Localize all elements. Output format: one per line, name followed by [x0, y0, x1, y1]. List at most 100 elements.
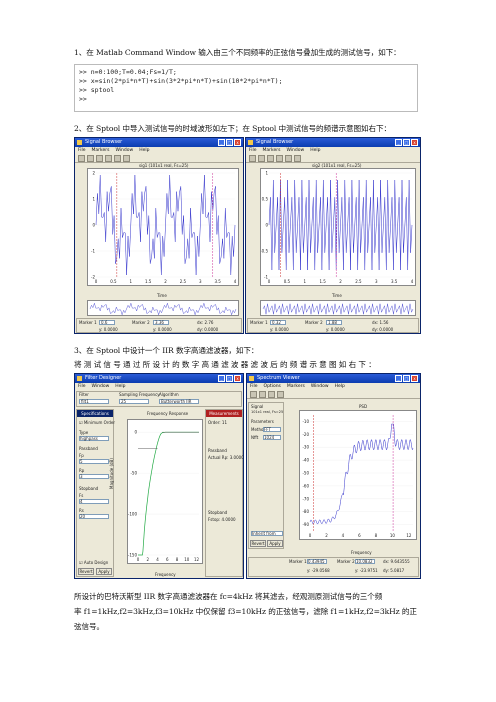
- step3-text: 3、在 Sptool 中设计一个 IIR 数字高通滤波器，如下：: [74, 346, 259, 355]
- zoom-in-icon[interactable]: [258, 155, 265, 162]
- menu-markers[interactable]: Markers: [287, 383, 305, 390]
- y-tick-label: -80: [302, 509, 309, 514]
- maximize-button[interactable]: □: [226, 375, 233, 382]
- panner-plot-1: [89, 302, 237, 316]
- marker-icon[interactable]: [285, 155, 292, 162]
- menu-window[interactable]: Window: [311, 383, 329, 390]
- x-tick-label: 3.5: [391, 279, 398, 284]
- minimize-button[interactable]: _: [218, 375, 225, 382]
- play-icon[interactable]: [294, 155, 301, 162]
- menu-file[interactable]: File: [78, 147, 86, 154]
- menu-file[interactable]: File: [249, 147, 257, 154]
- parameters-label: Parameters: [251, 419, 274, 424]
- maximize-button[interactable]: □: [226, 139, 233, 146]
- plot-title: sig1 (101x1 real, Fs=25): [139, 163, 189, 168]
- x-tick-label: 1: [303, 279, 306, 284]
- auto-design-checkbox[interactable]: ☑ Auto Design: [79, 560, 108, 565]
- pan-icon[interactable]: [276, 155, 283, 162]
- response-line: [138, 431, 199, 556]
- y-tick-label: -50: [130, 471, 137, 476]
- menu-markers[interactable]: Markers: [92, 147, 110, 154]
- print-icon[interactable]: [78, 155, 85, 162]
- zoom-in-icon[interactable]: [87, 155, 94, 162]
- minimize-button[interactable]: _: [395, 139, 402, 146]
- y2-readout: y: 0.0000: [326, 327, 345, 332]
- x-axis-label: Frequency: [155, 572, 176, 577]
- code-line: >> n=0:100;T=0.04;Fs=1/T;: [79, 68, 177, 76]
- marker1-value: 0.43945: [308, 559, 325, 564]
- pan-icon[interactable]: [105, 155, 112, 162]
- y-tick-label: 1: [265, 171, 268, 176]
- print-icon[interactable]: [249, 155, 256, 162]
- maximize-button[interactable]: □: [403, 139, 410, 146]
- zoom-out-icon[interactable]: [267, 155, 274, 162]
- conclusion-line-2: 率 f1=1kHz,f2=3kHz,f3=10kHz 中仅保留 f3=10kHz…: [74, 607, 417, 616]
- x-tick-label: 1: [129, 279, 132, 284]
- close-button[interactable]: x: [411, 139, 418, 146]
- panner-area[interactable]: [260, 300, 416, 316]
- dy-readout: dy: 0.0000: [197, 327, 219, 332]
- marker1-label: Marker 1: [79, 320, 97, 325]
- maximize-button[interactable]: □: [403, 375, 410, 382]
- window-title: Signal Browser: [256, 139, 294, 145]
- revert-button[interactable]: Revert: [250, 540, 266, 547]
- filter-settings-row: Filter filt1 Sampling Frequency 25 Algor…: [76, 391, 242, 407]
- panner-area[interactable]: [87, 300, 239, 316]
- rp-field[interactable]: [79, 474, 109, 479]
- menu-help[interactable]: Help: [139, 147, 149, 154]
- marker-icon[interactable]: [277, 391, 284, 398]
- y-tick-label: 0.5: [262, 197, 269, 202]
- toolbar: [247, 390, 420, 399]
- apply-button[interactable]: Apply: [96, 568, 112, 575]
- apply-button[interactable]: Apply: [267, 540, 283, 547]
- x-tick-label: 0.5: [110, 279, 117, 284]
- minimize-button[interactable]: _: [395, 375, 402, 382]
- fs-stop-field[interactable]: [79, 499, 109, 504]
- spectrum-viewer-window: Spectrum Viewer _ □ x File Options Markers…: [246, 373, 421, 579]
- dx-readout: dx: 2.76: [197, 320, 214, 325]
- marker-panel: Marker 1 0.32 Marker 2 1.88 dx: 1.56 y: …: [247, 318, 419, 333]
- app-icon: [77, 376, 82, 381]
- menu-bar: File Markers Window Help: [75, 147, 243, 154]
- dx-readout: dx: 9.643555: [383, 559, 410, 564]
- x-tick-label: 4: [411, 279, 414, 284]
- print-icon[interactable]: [250, 391, 257, 398]
- menu-help[interactable]: Help: [310, 147, 320, 154]
- menu-options[interactable]: Options: [264, 383, 281, 390]
- zoom-out-icon[interactable]: [268, 391, 275, 398]
- menu-file[interactable]: File: [78, 383, 86, 390]
- step1-text: 1、在 Matlab Command Window 输入由三个不同频率的正弦信号…: [74, 48, 401, 57]
- zoom-out-icon[interactable]: [96, 155, 103, 162]
- main-plot-area: 2 1 0 -1 -2 0 0.5 1 1.5 2 2.5 3 3.5 4: [87, 168, 239, 286]
- menu-markers[interactable]: Markers: [263, 147, 281, 154]
- menu-window[interactable]: Window: [92, 383, 110, 390]
- menu-help[interactable]: Help: [115, 383, 125, 390]
- minimum-order-checkbox[interactable]: ☑ Minimum Order: [79, 420, 115, 425]
- menu-window[interactable]: Window: [286, 147, 304, 154]
- menu-file[interactable]: File: [250, 383, 258, 390]
- y-tick-label: 0: [265, 223, 268, 228]
- title-bar: Signal Browser _ □ x: [75, 138, 243, 147]
- marker-panel: Marker 1 0.6 Marker 2 3.36 dx: 2.76 y: 0…: [76, 318, 242, 333]
- zoom-in-icon[interactable]: [259, 391, 266, 398]
- close-button[interactable]: x: [234, 139, 241, 146]
- close-button[interactable]: x: [234, 375, 241, 382]
- close-button[interactable]: x: [411, 375, 418, 382]
- algorithm-value: Butterworth IIR: [161, 399, 192, 404]
- marker-icon[interactable]: [114, 155, 121, 162]
- y1-readout: y: -29.0568: [307, 568, 330, 573]
- time-plot-2: 10.50-0.5-100.511.522.533.54: [260, 171, 414, 285]
- menu-help[interactable]: Help: [335, 383, 345, 390]
- sampling-frequency-value: 25: [121, 399, 127, 404]
- fp-field[interactable]: [79, 459, 109, 464]
- minimize-button[interactable]: _: [218, 139, 225, 146]
- app-icon: [248, 140, 253, 145]
- x-tick-label: 1.5: [319, 279, 326, 284]
- menu-window[interactable]: Window: [115, 147, 133, 154]
- revert-button[interactable]: Revert: [78, 568, 94, 575]
- psd-plot-area: -10 -20 -30 -40 -50 -60 -70 -80 -90 0 2 4 6 8 10 12: [299, 410, 417, 540]
- filter-label: Filter: [79, 392, 89, 397]
- play-icon[interactable]: [123, 155, 130, 162]
- signal-browser-window-2: Signal Browser _ □ x File Markers Window H…: [245, 137, 421, 334]
- x-tick-label: 0: [309, 533, 312, 538]
